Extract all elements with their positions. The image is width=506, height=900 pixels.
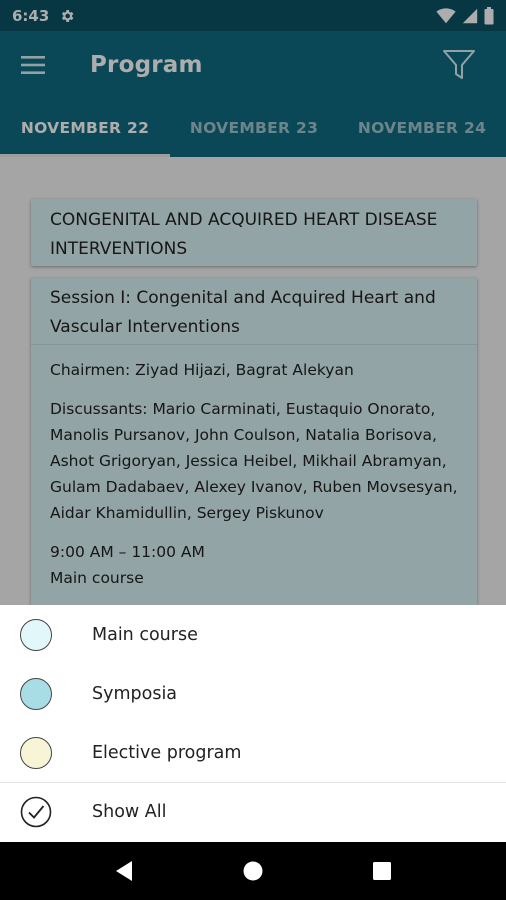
filter-option-label: Symposia xyxy=(92,683,178,704)
color-swatch xyxy=(20,618,52,651)
filter-sheet: Main course Symposia Elective program Sh… xyxy=(0,605,506,842)
check-circle-icon xyxy=(20,796,52,828)
filter-option-main-course[interactable]: Main course xyxy=(0,605,506,664)
scrim-overlay[interactable] xyxy=(0,0,506,605)
recents-icon[interactable] xyxy=(362,851,402,891)
color-swatch xyxy=(20,736,52,769)
show-all-label: Show All xyxy=(92,802,167,822)
filter-option-show-all[interactable]: Show All xyxy=(0,782,506,841)
filter-option-symposia[interactable]: Symposia xyxy=(0,664,506,723)
filter-option-label: Elective program xyxy=(92,742,242,763)
filter-option-elective-program[interactable]: Elective program xyxy=(0,723,506,782)
color-swatch xyxy=(20,677,52,710)
home-icon[interactable] xyxy=(233,851,273,891)
filter-option-label: Main course xyxy=(92,624,198,645)
system-nav-bar xyxy=(0,842,506,900)
back-icon[interactable] xyxy=(104,851,144,891)
